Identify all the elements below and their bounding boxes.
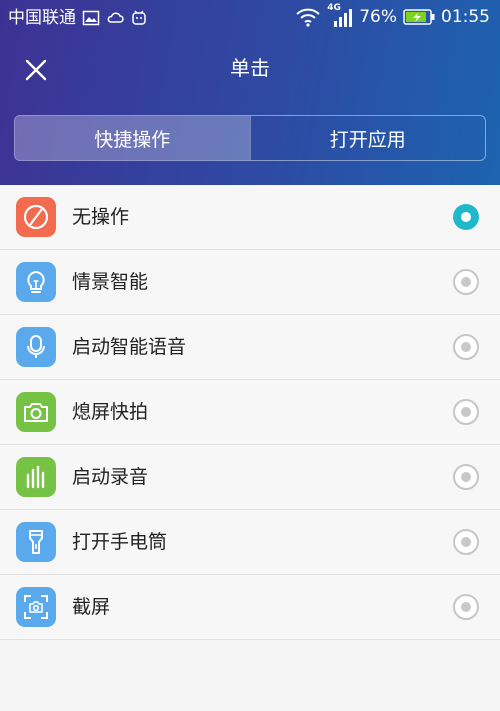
flashlight-icon (16, 522, 56, 562)
clock: 01:55 (441, 7, 490, 27)
option-record-audio[interactable]: 启动录音 (0, 445, 500, 510)
radio-unselected[interactable] (453, 399, 479, 425)
battery-percent: 76% (359, 7, 397, 27)
radio-unselected[interactable] (453, 594, 479, 620)
radio-selected[interactable] (453, 204, 479, 230)
header: 中国联通 4G 76% 01:55 单击 快捷操作 打开应用 (0, 0, 500, 185)
title-bar: 单击 (0, 36, 500, 100)
screenshot-icon (16, 587, 56, 627)
option-label: 情景智能 (72, 271, 149, 293)
tab-bar: 快捷操作 打开应用 (14, 115, 486, 161)
option-screenshot[interactable]: 截屏 (0, 575, 500, 640)
option-label: 熄屏快拍 (72, 401, 149, 423)
option-scene-intelligence[interactable]: 情景智能 (0, 250, 500, 315)
carrier-name: 中国联通 (8, 8, 76, 28)
radio-unselected[interactable] (453, 334, 479, 360)
radio-unselected[interactable] (453, 269, 479, 295)
option-label: 截屏 (72, 596, 111, 618)
android-icon (132, 10, 146, 25)
audio-bars-icon (16, 457, 56, 497)
option-label: 无操作 (72, 206, 130, 228)
radio-unselected[interactable] (453, 529, 479, 555)
page-title: 单击 (230, 56, 270, 80)
option-list: 无操作 情景智能 启动智能语音 熄屏快拍 启动录音 打开手电筒 截屏 (0, 185, 500, 640)
camera-icon (16, 392, 56, 432)
network-type: 4G (327, 3, 341, 13)
option-label: 启动录音 (72, 466, 149, 488)
tab-open-app[interactable]: 打开应用 (249, 116, 486, 160)
option-label: 打开手电筒 (72, 531, 168, 553)
status-bar: 中国联通 4G 76% 01:55 (0, 0, 500, 36)
option-snapshot[interactable]: 熄屏快拍 (0, 380, 500, 445)
option-label: 启动智能语音 (72, 336, 187, 358)
no-action-icon (16, 197, 56, 237)
battery-charging-icon (403, 9, 435, 25)
radio-unselected[interactable] (453, 464, 479, 490)
option-voice-assistant[interactable]: 启动智能语音 (0, 315, 500, 380)
wifi-icon (296, 8, 320, 27)
image-icon (82, 10, 100, 26)
cloud-icon (107, 12, 124, 23)
option-flashlight[interactable]: 打开手电筒 (0, 510, 500, 575)
microphone-icon (16, 327, 56, 367)
lightbulb-icon (16, 262, 56, 302)
tab-quick-actions[interactable]: 快捷操作 (15, 116, 250, 160)
option-no-action[interactable]: 无操作 (0, 185, 500, 250)
